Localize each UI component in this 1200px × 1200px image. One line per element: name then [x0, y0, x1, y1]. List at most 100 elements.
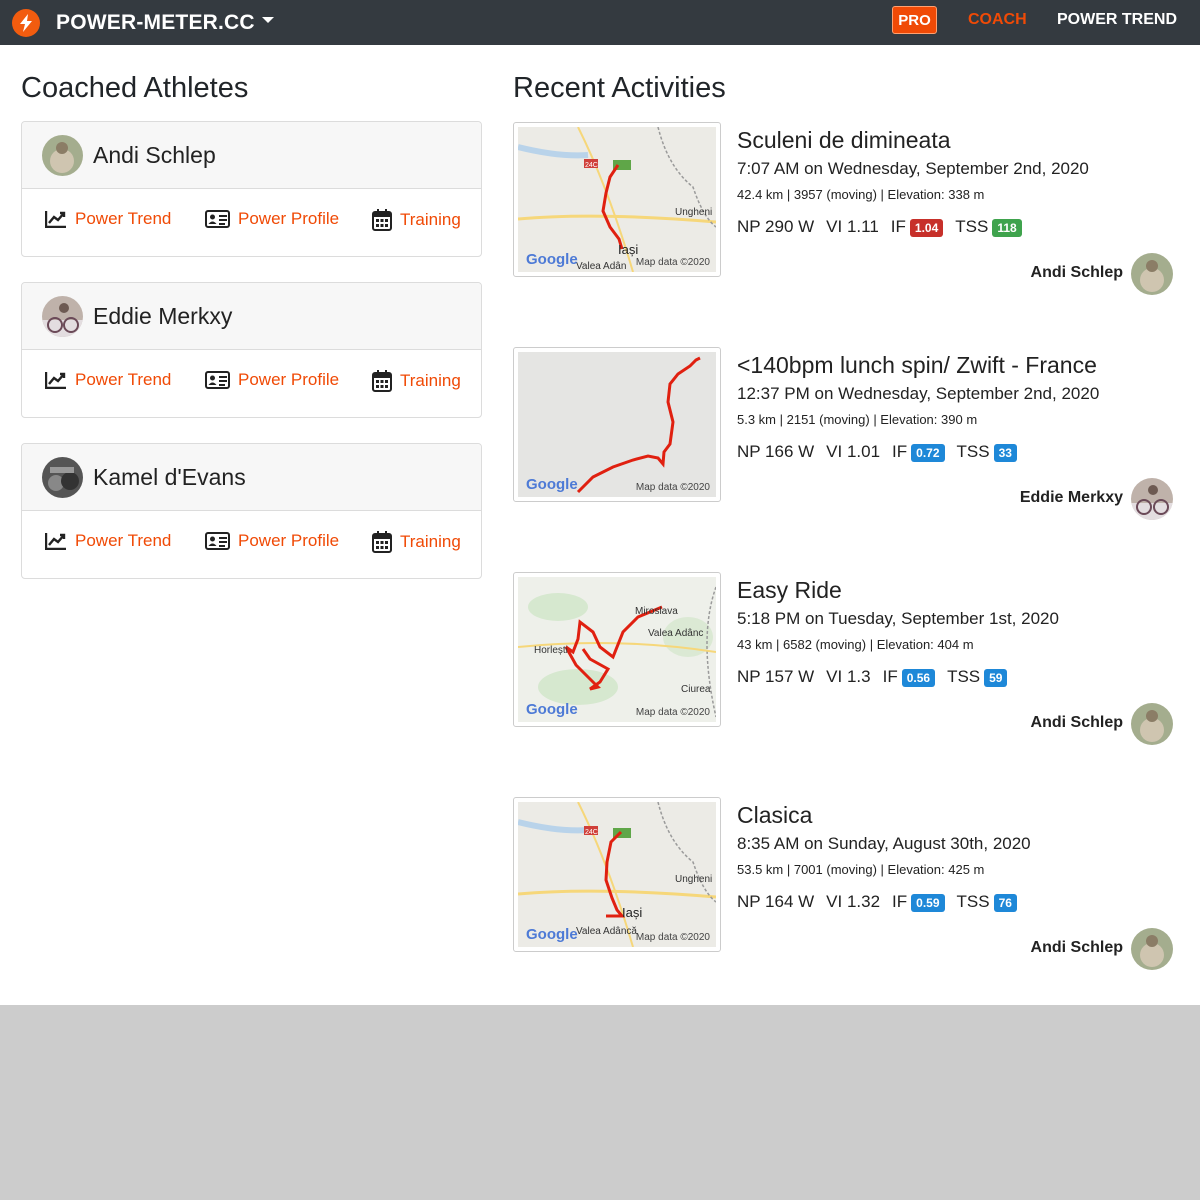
activity-item: Miroslava Valea Adânc Horlești Ciurea Go…: [513, 572, 1183, 752]
power-profile-label: Power Profile: [238, 370, 340, 389]
avatar: [42, 134, 83, 176]
power-profile-link[interactable]: Power Profile: [205, 370, 339, 390]
activity-athlete-name[interactable]: Andi Schlep: [1031, 264, 1123, 282]
recent-activities-heading: Recent Activities: [513, 72, 726, 104]
if-label: IF: [892, 892, 908, 911]
activity-time: 5:18 PM on Tuesday, September 1st, 2020: [737, 609, 1059, 628]
route-map-thumbnail[interactable]: Miroslava Valea Adânc Horlești Ciurea Go…: [513, 572, 721, 727]
power-trend-link[interactable]: Power Trend: [45, 209, 171, 229]
route-map-thumbnail[interactable]: Google Map data ©2020: [513, 347, 721, 502]
activity-title[interactable]: Easy Ride: [737, 577, 842, 604]
pro-badge[interactable]: PRO: [892, 6, 937, 34]
lightning-bolt-icon: [12, 9, 40, 37]
map-road-label: 24C: [585, 829, 598, 836]
athlete-card: Eddie Merkxy Power Trend Power Profile T…: [21, 282, 482, 418]
main-content: Coached Athletes Recent Activities Andi …: [0, 45, 1200, 1005]
tss-label: TSS: [947, 667, 981, 686]
map-place-label: Miroslava: [635, 606, 678, 617]
power-trend-label: Power Trend: [75, 370, 172, 389]
line-chart-icon: [45, 533, 66, 550]
if-badge: 0.72: [911, 443, 945, 462]
athlete-name[interactable]: Kamel d'Evans: [93, 464, 246, 491]
athlete-name[interactable]: Andi Schlep: [93, 142, 216, 169]
if-label: IF: [892, 442, 908, 461]
power-trend-label: Power Trend: [75, 209, 172, 228]
activity-meta: 5.3 km | 2151 (moving) | Elevation: 390 …: [737, 412, 978, 427]
id-card-icon: [205, 371, 230, 389]
power-profile-link[interactable]: Power Profile: [205, 531, 339, 551]
np-value: NP 166 W: [737, 442, 815, 461]
google-logo: Google: [526, 926, 578, 943]
avatar: [1131, 253, 1173, 295]
tss-badge: 118: [992, 218, 1022, 237]
power-profile-link[interactable]: Power Profile: [205, 209, 339, 229]
vi-value: VI 1.32: [826, 892, 881, 911]
activity-item: Iași Ungheni Valea Adân 24C Google Map d…: [513, 122, 1183, 302]
tss-badge: 59: [984, 668, 1008, 687]
map-place-label: Ungheni: [675, 207, 712, 218]
activity-stats: NP 164 W VI 1.32 IF 0.59 TSS 76: [737, 892, 1029, 912]
map-place-label: Iași: [618, 242, 638, 257]
nav-coach[interactable]: COACH: [968, 11, 1027, 29]
tss-label: TSS: [956, 442, 990, 461]
tss-label: TSS: [956, 892, 990, 911]
map-place-label: Valea Adânc: [648, 628, 703, 639]
activity-time: 7:07 AM on Wednesday, September 2nd, 202…: [737, 159, 1089, 178]
activity-time: 8:35 AM on Sunday, August 30th, 2020: [737, 834, 1031, 853]
map-credit: Map data ©2020: [635, 932, 710, 943]
google-logo: Google: [526, 701, 578, 718]
calendar-icon: [372, 209, 392, 231]
activity-meta: 43 km | 6582 (moving) | Elevation: 404 m: [737, 637, 974, 652]
calendar-icon: [372, 531, 392, 553]
if-badge: 1.04: [909, 218, 944, 237]
np-value: NP 290 W: [737, 217, 815, 236]
map-place-label: Ciurea: [681, 684, 711, 695]
map-credit: Map data ©2020: [635, 257, 710, 268]
athlete-name[interactable]: Eddie Merkxy: [93, 303, 232, 330]
map-credit: Map data ©2020: [635, 707, 710, 718]
activity-title[interactable]: <140bpm lunch spin/ Zwift - France: [737, 352, 1097, 379]
id-card-icon: [205, 210, 230, 228]
activity-item: Iași Ungheni Valea Adâncă 24C Google Map…: [513, 797, 1183, 977]
route-map-thumbnail[interactable]: Iași Ungheni Valea Adân 24C Google Map d…: [513, 122, 721, 277]
nav-power-trend[interactable]: POWER TREND: [1057, 11, 1177, 29]
activity-athlete-name[interactable]: Andi Schlep: [1031, 939, 1123, 957]
power-profile-label: Power Profile: [238, 209, 340, 228]
athlete-card-header: Kamel d'Evans: [22, 444, 481, 511]
map-place-label: Iași: [622, 905, 642, 920]
power-trend-link[interactable]: Power Trend: [45, 370, 171, 390]
athlete-card-header: Andi Schlep: [22, 122, 481, 189]
np-value: NP 157 W: [737, 667, 815, 686]
activity-meta: 53.5 km | 7001 (moving) | Elevation: 425…: [737, 862, 985, 877]
map-place-label: Ungheni: [675, 874, 712, 885]
training-label: Training: [400, 371, 461, 390]
athlete-card-header: Eddie Merkxy: [22, 283, 481, 350]
activity-title[interactable]: Sculeni de dimineata: [737, 127, 951, 154]
tss-badge: 76: [993, 893, 1017, 912]
route-map-thumbnail[interactable]: Iași Ungheni Valea Adâncă 24C Google Map…: [513, 797, 721, 952]
google-logo: Google: [526, 476, 578, 493]
activity-athlete-name[interactable]: Eddie Merkxy: [1020, 489, 1123, 507]
coached-athletes-heading: Coached Athletes: [21, 72, 249, 104]
if-label: IF: [890, 217, 906, 236]
brand-dropdown[interactable]: POWER-METER.CC: [12, 8, 274, 38]
training-link[interactable]: Training: [372, 531, 461, 553]
training-link[interactable]: Training: [372, 209, 461, 231]
vi-value: VI 1.11: [826, 217, 879, 236]
power-trend-link[interactable]: Power Trend: [45, 531, 171, 551]
vi-value: VI 1.3: [826, 667, 871, 686]
if-label: IF: [882, 667, 898, 686]
activity-stats: NP 157 W VI 1.3 IF 0.56 TSS 59: [737, 667, 1019, 687]
activity-athlete-name[interactable]: Andi Schlep: [1031, 714, 1123, 732]
tss-badge: 33: [993, 443, 1017, 462]
power-profile-label: Power Profile: [238, 531, 340, 550]
training-link[interactable]: Training: [372, 370, 461, 392]
map-place-label: Horlești: [534, 645, 568, 656]
activity-title[interactable]: Clasica: [737, 802, 812, 829]
avatar: [42, 295, 83, 337]
vi-value: VI 1.01: [826, 442, 881, 461]
top-navbar: POWER-METER.CC PRO COACH POWER TREND: [0, 0, 1200, 45]
line-chart-icon: [45, 372, 66, 389]
id-card-icon: [205, 532, 230, 550]
map-credit: Map data ©2020: [635, 482, 710, 493]
